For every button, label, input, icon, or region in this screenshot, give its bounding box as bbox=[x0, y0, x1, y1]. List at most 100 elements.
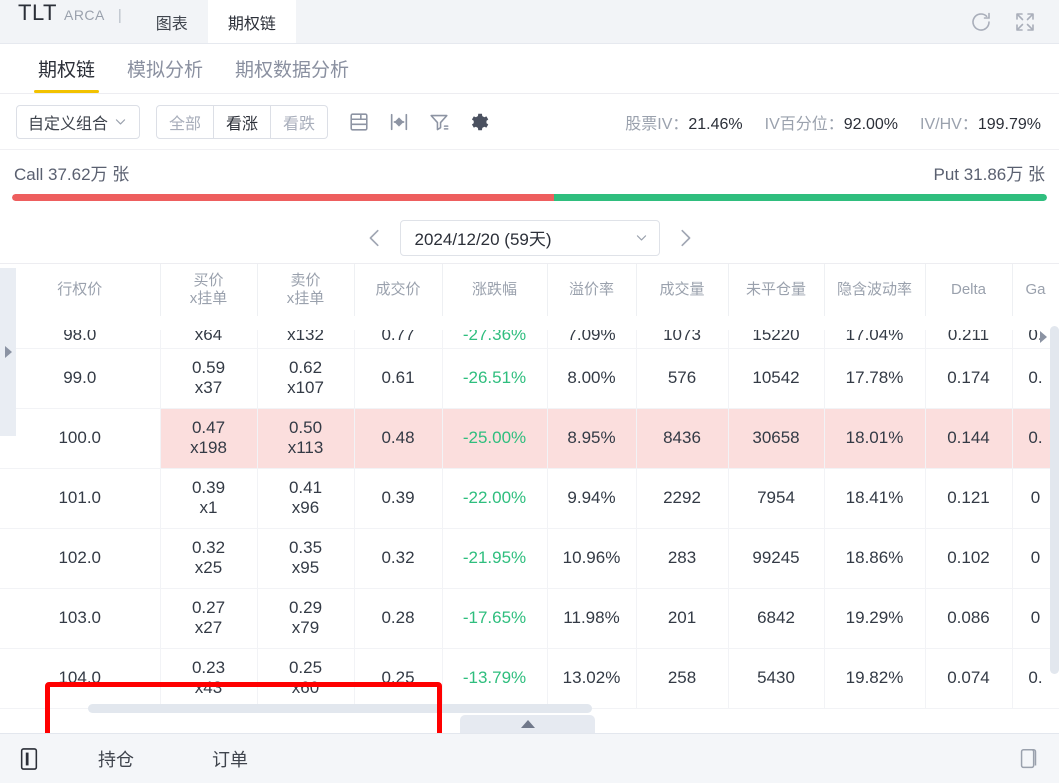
strategy-combo[interactable]: 自定义组合 bbox=[16, 104, 140, 139]
filter-put-button[interactable]: 看跌 bbox=[271, 104, 329, 139]
cell-volume[interactable]: 201 bbox=[636, 588, 729, 649]
cell-bid[interactable]: 0.27 x27 bbox=[160, 588, 258, 649]
cell-change-pct[interactable]: -17.65% bbox=[442, 588, 548, 649]
cell-ask[interactable]: 0.62 x107 bbox=[257, 348, 355, 409]
cell-delta[interactable]: 0.144 bbox=[925, 408, 1013, 469]
window-icon[interactable] bbox=[1017, 746, 1041, 772]
cell-open-interest[interactable]: 6842 bbox=[728, 588, 825, 649]
col-implied-volatility[interactable]: 隐含波动率 bbox=[824, 264, 926, 317]
chevron-left-icon[interactable] bbox=[364, 227, 386, 249]
cell-last-price[interactable]: 0.39 bbox=[354, 468, 443, 529]
cell-implied-volatility[interactable]: 18.01% bbox=[824, 408, 926, 469]
table-row[interactable]: 99.0 0.59 x37 0.62 x107 0.61 -26.51% 8.00% 576 10… bbox=[0, 348, 1059, 409]
cell-ask[interactable]: 0.29 x79 bbox=[257, 588, 355, 649]
cell-open-interest[interactable]: 15220 bbox=[728, 316, 825, 349]
cell-bid[interactable]: x64 bbox=[160, 316, 258, 349]
cell-bid[interactable]: 0.47 x198 bbox=[160, 408, 258, 469]
gear-icon[interactable] bbox=[468, 111, 490, 133]
col-open-interest[interactable]: 未平仓量 bbox=[728, 264, 825, 317]
fullscreen-icon[interactable] bbox=[1013, 10, 1037, 34]
cell-change-pct[interactable]: -26.51% bbox=[442, 348, 548, 409]
filter-call-button[interactable]: 看涨 bbox=[214, 104, 272, 139]
cell-bid[interactable]: 0.59 x37 bbox=[160, 348, 258, 409]
cell-bid[interactable]: 0.39 x1 bbox=[160, 468, 258, 529]
cell-volume[interactable]: 576 bbox=[636, 348, 729, 409]
col-change-pct[interactable]: 涨跌幅 bbox=[442, 264, 548, 317]
cell-strike[interactable]: 99.0 bbox=[0, 348, 161, 409]
cell-bid[interactable]: 0.32 x25 bbox=[160, 528, 258, 589]
cell-change-pct[interactable]: -13.79% bbox=[442, 648, 548, 709]
cell-strike[interactable]: 101.0 bbox=[0, 468, 161, 529]
expiry-dropdown[interactable]: 2024/12/20 (59天) bbox=[399, 219, 660, 256]
col-ask[interactable]: 卖价 x挂单 bbox=[257, 264, 355, 317]
cell-ask[interactable]: x132 bbox=[257, 316, 355, 349]
cell-premium-rate[interactable]: 7.09% bbox=[547, 316, 637, 349]
panel-collapse-handle[interactable] bbox=[460, 715, 595, 733]
cell-strike[interactable]: 100.0 bbox=[0, 408, 161, 469]
cell-change-pct[interactable]: -25.00% bbox=[442, 408, 548, 469]
chevron-right-icon[interactable] bbox=[674, 227, 696, 249]
cell-open-interest[interactable]: 99245 bbox=[728, 528, 825, 589]
tab-simulation-analysis[interactable]: 模拟分析 bbox=[111, 44, 219, 93]
cell-ask[interactable]: 0.35 x95 bbox=[257, 528, 355, 589]
col-last-price[interactable]: 成交价 bbox=[354, 264, 443, 317]
cell-premium-rate[interactable]: 9.94% bbox=[547, 468, 637, 529]
cell-delta[interactable]: 0.121 bbox=[925, 468, 1013, 529]
vertical-scrollbar[interactable] bbox=[1050, 326, 1059, 674]
cell-volume[interactable]: 1073 bbox=[636, 316, 729, 349]
cell-bid[interactable]: 0.23 x43 bbox=[160, 648, 258, 709]
cell-change-pct[interactable]: -27.36% bbox=[442, 316, 548, 349]
cell-open-interest[interactable]: 30658 bbox=[728, 408, 825, 469]
table-row[interactable]: 102.0 0.32 x25 0.35 x95 0.32 -21.95% 10.96% 283 9… bbox=[0, 528, 1059, 589]
tab-option-chain[interactable]: 期权链 bbox=[22, 44, 111, 93]
cell-last-price[interactable]: 0.77 bbox=[354, 316, 443, 349]
cell-volume[interactable]: 2292 bbox=[636, 468, 729, 529]
cell-ask[interactable]: 0.41 x96 bbox=[257, 468, 355, 529]
cell-implied-volatility[interactable]: 19.29% bbox=[824, 588, 926, 649]
col-premium-rate[interactable]: 溢价率 bbox=[547, 264, 637, 317]
cell-delta[interactable]: 0.086 bbox=[925, 588, 1013, 649]
cell-last-price[interactable]: 0.25 bbox=[354, 648, 443, 709]
col-strike[interactable]: 行权价 bbox=[0, 264, 161, 317]
cell-open-interest[interactable]: 10542 bbox=[728, 348, 825, 409]
cell-volume[interactable]: 258 bbox=[636, 648, 729, 709]
center-align-icon[interactable] bbox=[388, 111, 410, 133]
cell-delta[interactable]: 0.074 bbox=[925, 648, 1013, 709]
filter-all-button[interactable]: 全部 bbox=[156, 104, 215, 139]
cell-ask[interactable]: 0.50 x113 bbox=[257, 408, 355, 469]
col-gamma[interactable]: Ga bbox=[1012, 264, 1059, 317]
cell-change-pct[interactable]: -22.00% bbox=[442, 468, 548, 529]
table-row[interactable]: 103.0 0.27 x27 0.29 x79 0.28 -17.65% 11.98% 201 6… bbox=[0, 588, 1059, 649]
cell-implied-volatility[interactable]: 18.86% bbox=[824, 528, 926, 589]
cell-strike[interactable]: 102.0 bbox=[0, 528, 161, 589]
cell-last-price[interactable]: 0.32 bbox=[354, 528, 443, 589]
cell-open-interest[interactable]: 5430 bbox=[728, 648, 825, 709]
cell-premium-rate[interactable]: 10.96% bbox=[547, 528, 637, 589]
window-tab-option-chain[interactable]: 期权链 bbox=[207, 0, 296, 43]
col-volume[interactable]: 成交量 bbox=[636, 264, 729, 317]
col-bid[interactable]: 买价 x挂单 bbox=[160, 264, 258, 317]
cell-premium-rate[interactable]: 13.02% bbox=[547, 648, 637, 709]
window-tab-chart[interactable]: 图表 bbox=[136, 0, 208, 43]
cell-strike[interactable]: 103.0 bbox=[0, 588, 161, 649]
cell-premium-rate[interactable]: 11.98% bbox=[547, 588, 637, 649]
cell-strike[interactable]: 98.0 bbox=[0, 316, 161, 349]
cell-implied-volatility[interactable]: 17.78% bbox=[824, 348, 926, 409]
cell-change-pct[interactable]: -21.95% bbox=[442, 528, 548, 589]
cell-implied-volatility[interactable]: 19.82% bbox=[824, 648, 926, 709]
cell-delta[interactable]: 0.174 bbox=[925, 348, 1013, 409]
cell-ask[interactable]: 0.25 x60 bbox=[257, 648, 355, 709]
cell-strike[interactable]: 104.0 bbox=[0, 648, 161, 709]
table-row[interactable]: 104.0 0.23 x43 0.25 x60 0.25 -13.79% 13.02% 258 5… bbox=[0, 648, 1059, 709]
cell-last-price[interactable]: 0.61 bbox=[354, 348, 443, 409]
tab-option-data-analysis[interactable]: 期权数据分析 bbox=[219, 44, 365, 93]
cell-volume[interactable]: 8436 bbox=[636, 408, 729, 469]
refresh-icon[interactable] bbox=[969, 10, 993, 34]
panel-toggle-icon[interactable] bbox=[18, 746, 40, 772]
cell-premium-rate[interactable]: 8.95% bbox=[547, 408, 637, 469]
bottom-tab-orders[interactable]: 订单 bbox=[194, 746, 266, 772]
left-panel-expander[interactable] bbox=[0, 268, 16, 436]
cell-premium-rate[interactable]: 8.00% bbox=[547, 348, 637, 409]
cell-last-price[interactable]: 0.48 bbox=[354, 408, 443, 469]
bottom-tab-positions[interactable]: 持仓 bbox=[80, 746, 152, 772]
